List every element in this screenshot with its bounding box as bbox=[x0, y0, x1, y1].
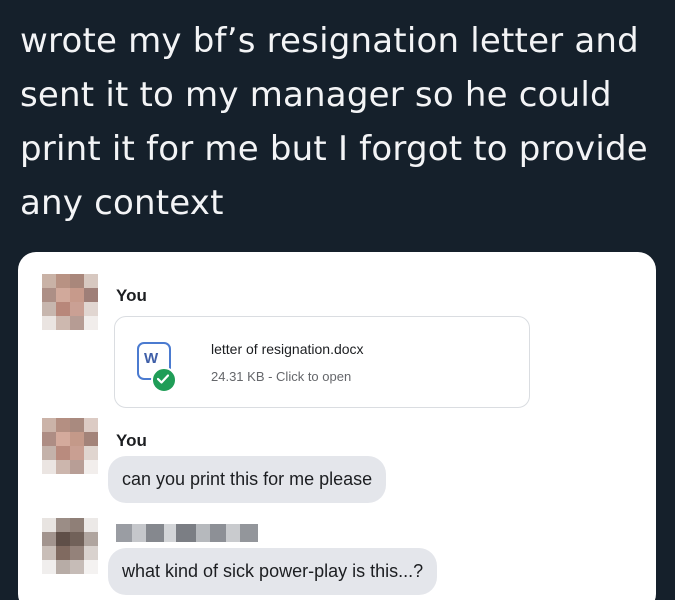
chat-screenshot-card: You W letter of resignation.docx 24.31 K… bbox=[18, 252, 656, 600]
sender-name: You bbox=[116, 431, 147, 450]
avatar-self-pixelated bbox=[42, 418, 98, 474]
file-meta: 24.31 KB - Click to open bbox=[211, 369, 352, 384]
file-name: letter of resignation.docx bbox=[211, 341, 364, 357]
sender-name-redacted bbox=[116, 524, 258, 542]
avatar-self-pixelated bbox=[42, 274, 98, 330]
avatar-manager-pixelated bbox=[42, 518, 98, 574]
post-caption: wrote my bf’s resignation letter and sen… bbox=[20, 21, 648, 223]
check-icon bbox=[151, 367, 177, 393]
file-attachment[interactable]: W letter of resignation.docx 24.31 KB - … bbox=[114, 316, 530, 408]
sender-name: You bbox=[116, 286, 147, 305]
message-bubble: what kind of sick power-play is this...? bbox=[108, 548, 438, 595]
message-bubble: can you print this for me please bbox=[108, 456, 387, 503]
